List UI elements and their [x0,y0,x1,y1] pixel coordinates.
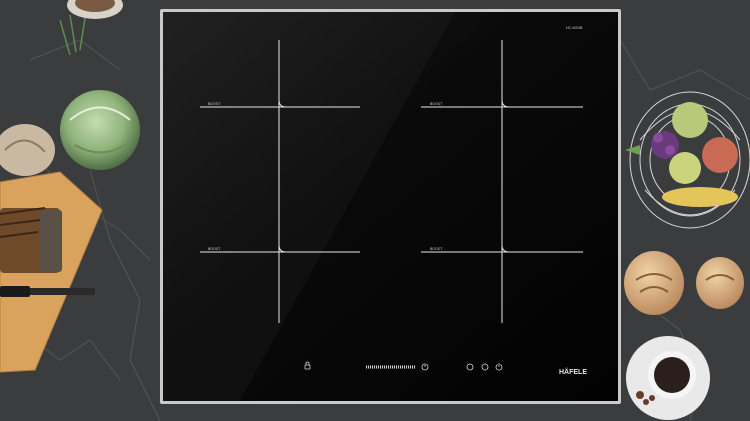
zone-label-top-right: BOOST [430,102,443,106]
kitchen-scene: BOOST BOOST BOOST BOOST HC-I604B HÄFELE [0,0,750,421]
coffee-cup [626,336,710,420]
model-label: HC-I604B [566,26,583,30]
zone-label-top-left: BOOST [208,102,221,106]
bread-loaf [0,207,62,273]
bread-roll-left [624,251,684,315]
bread-roll-right [696,257,744,309]
brand-logo: HÄFELE [559,368,587,376]
zone-label-bottom-right: BOOST [430,247,443,251]
zone-label-bottom-left: BOOST [208,247,221,251]
cabbage [60,90,140,170]
power-slider[interactable] [366,365,416,369]
